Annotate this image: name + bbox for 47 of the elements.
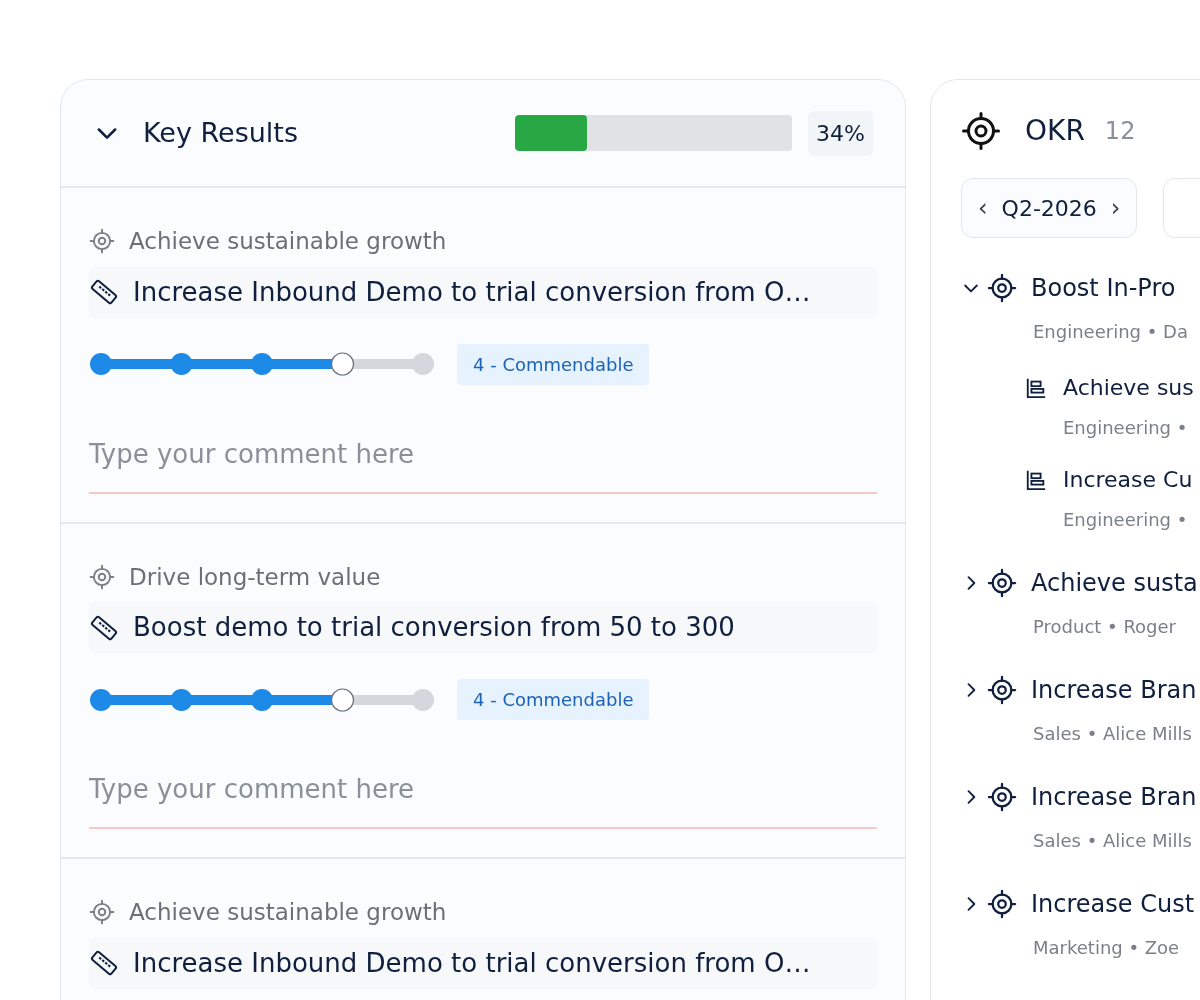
target-icon: [987, 568, 1017, 598]
previous-button[interactable]: ‹: [978, 190, 988, 226]
next-button[interactable]: ›: [1110, 190, 1121, 226]
target-icon: [961, 111, 1001, 151]
objective-name: Achieve sustainable growth: [129, 227, 447, 256]
key-result-icon: [1025, 376, 1047, 399]
key-result-title[interactable]: Achieve sus: [1063, 371, 1194, 404]
objective-title[interactable]: Boost In-Pro: [1031, 270, 1176, 306]
key-result-title: Boost demo to trial conversion from 50 to 300: [133, 611, 735, 644]
objective-title[interactable]: Increase Cust: [1031, 886, 1195, 922]
okr-count: 12: [1104, 116, 1136, 147]
progress-percent: 34%: [808, 110, 873, 156]
key-result-icon: [1025, 468, 1047, 491]
objective-meta: Marketing • Zoe: [1033, 936, 1181, 960]
objective-title[interactable]: Achieve susta: [1031, 565, 1198, 601]
key-result-meta: Engineering •: [1063, 508, 1189, 532]
comment-field[interactable]: Type your comment here: [89, 770, 877, 829]
rating-slider[interactable]: [89, 351, 435, 377]
target-icon: [89, 228, 115, 255]
objective-meta: Engineering • Da: [1033, 320, 1189, 344]
objective-title[interactable]: Increase Bran: [1031, 672, 1197, 708]
objective-name: Drive long-term value: [129, 562, 381, 592]
ruler-icon: [89, 277, 119, 307]
ruler-icon: [89, 948, 119, 978]
target-icon: [89, 563, 115, 590]
key-result-title[interactable]: Increase Cu: [1063, 463, 1193, 496]
key-result-meta: Engineering •: [1063, 416, 1189, 440]
target-icon: [89, 899, 115, 926]
rating-badge: 4 - Commendable: [457, 343, 650, 385]
objective-meta: Product • Roger: [1033, 615, 1177, 639]
key-result-title: Increase Inbound Demo to trial conversion from O…: [133, 946, 811, 980]
key-result-title: Increase Inbound Demo to trial conversion from O…: [133, 275, 811, 309]
section-title: Key Results: [143, 115, 299, 150]
quarter-label: Q2-2026: [1001, 194, 1097, 223]
target-icon: [987, 782, 1017, 812]
rating-badge: 4 - Commendable: [457, 679, 650, 720]
okr-title: OKR: [1025, 113, 1085, 149]
target-icon: [987, 675, 1017, 705]
objective-meta: Sales • Alice Mills: [1033, 722, 1193, 746]
target-icon: [987, 889, 1017, 919]
quarter-picker[interactable]: ‹ Q2-2026 ›: [961, 178, 1138, 238]
target-icon: [987, 273, 1017, 303]
objective-title[interactable]: Increase Bran: [1031, 779, 1197, 815]
rating-slider[interactable]: [89, 686, 435, 713]
comment-field[interactable]: Type your comment here: [89, 434, 877, 494]
objective-meta: Sales • Alice Mills: [1033, 829, 1193, 853]
objective-name: Achieve sustainable growth: [129, 898, 447, 927]
